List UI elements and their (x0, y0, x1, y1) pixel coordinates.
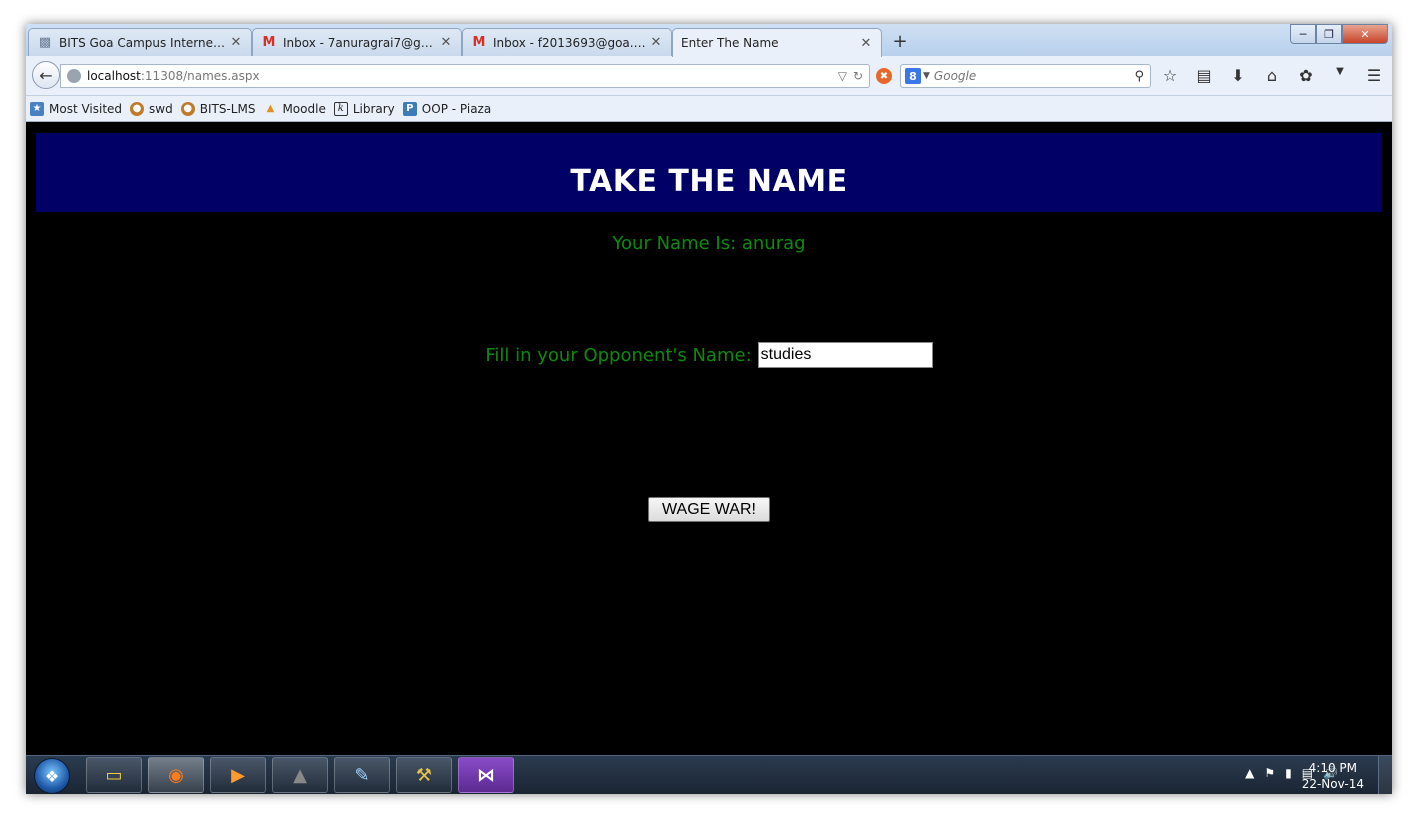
taskbar-clock[interactable]: 4:10 PM 22-Nov-14 (1302, 760, 1364, 792)
back-button[interactable]: ← (32, 61, 60, 89)
tab-strip: ▩ BITS Goa Campus Internet ... ✕ M Inbox… (26, 24, 1392, 57)
chevron-down-icon[interactable]: ▼ (923, 71, 930, 81)
close-icon[interactable]: ✕ (859, 36, 873, 51)
google-search-icon[interactable]: 8 (905, 68, 921, 84)
tab-enter-the-name[interactable]: Enter The Name ✕ (672, 28, 882, 57)
chevron-down-icon[interactable]: ▼ (1330, 66, 1350, 85)
page-banner: TAKE THE NAME (36, 133, 1382, 212)
lion-icon: ● (130, 101, 145, 116)
opponent-name-input[interactable] (757, 342, 933, 368)
close-window-button[interactable]: ✕ (1342, 24, 1388, 44)
addon-icon[interactable]: ✿ (1296, 66, 1316, 85)
your-name-label: Your Name Is: anurag (612, 233, 806, 254)
gmail-icon: M (262, 35, 276, 50)
home-icon[interactable]: ⌂ (1262, 66, 1282, 85)
back-arrow-icon: ← (39, 65, 53, 85)
tools-icon: ⚒ (415, 764, 433, 786)
page-title: TAKE THE NAME (570, 164, 848, 199)
firefox-taskbar-button[interactable]: ◉ (148, 757, 204, 793)
bookmark-label: Library (352, 101, 395, 116)
windows-logo-icon: ❖ (44, 766, 60, 786)
notes-icon: ✎ (354, 764, 370, 786)
visual-studio-icon: ⋈ (477, 764, 495, 786)
media-player-taskbar-button[interactable]: ▶ (210, 757, 266, 793)
address-bar[interactable]: localhost:11308/names.aspx ▽ ↻ (60, 64, 870, 88)
taskbar: ❖ ▭ ◉ ▶ ▲ ✎ ⚒ ⋈ ▲ ⚑ ▮ ▤ 🔊 4:10 PM 22-Nov… (26, 755, 1392, 794)
firefox-icon: ◉ (168, 764, 184, 786)
browser-window: ▩ BITS Goa Campus Internet ... ✕ M Inbox… (26, 24, 1392, 794)
bookmark-label: Most Visited (49, 101, 123, 116)
bookmark-moodle[interactable]: ▲ Moodle (263, 101, 326, 116)
app-taskbar-button[interactable]: ▲ (272, 757, 328, 793)
explorer-taskbar-button[interactable]: ▭ (86, 757, 142, 793)
star-icon[interactable]: ☆ (1160, 66, 1180, 85)
bookmark-dropdown-icon[interactable]: ▽ (838, 69, 847, 83)
notes-taskbar-button[interactable]: ✎ (334, 757, 390, 793)
bookmark-label: OOP - Piaza (421, 101, 492, 116)
tab-inbox-gmail[interactable]: M Inbox - 7anuragrai7@gmail... ✕ (252, 28, 462, 56)
tab-title: Enter The Name (681, 36, 779, 50)
bookmark-label: Moodle (282, 101, 326, 116)
new-tab-icon[interactable]: + (890, 31, 910, 52)
adblock-icon[interactable]: ✖ (876, 68, 892, 84)
bookmark-swd[interactable]: ● swd (130, 101, 173, 116)
power-icon[interactable]: ▮ (1285, 766, 1292, 780)
folder-icon: ▭ (105, 764, 123, 786)
opponent-name-label: Fill in your Opponent's Name: (485, 344, 752, 366)
navigation-bar: localhost:11308/names.aspx ▽ ↻ ← ✖ 8 ▼ ⚲… (26, 56, 1392, 96)
url-host: localhost (87, 69, 141, 83)
visual-studio-taskbar-button[interactable]: ⋈ (458, 757, 514, 793)
gmail-icon: M (472, 35, 486, 50)
bookmark-most-visited[interactable]: ★ Most Visited (30, 101, 123, 116)
search-bar[interactable]: 8 ▼ ⚲ (900, 64, 1151, 88)
tray-expand-icon[interactable]: ▲ (1245, 766, 1254, 780)
reload-icon[interactable]: ↻ (853, 69, 863, 83)
download-icon[interactable]: ⬇ (1228, 66, 1248, 85)
dark-app-icon: ▲ (293, 764, 307, 786)
tools-taskbar-button[interactable]: ⚒ (396, 757, 452, 793)
bookmark-library[interactable]: k Library (333, 101, 395, 116)
start-button[interactable]: ❖ (34, 758, 70, 794)
wage-war-button[interactable]: WAGE WAR! (648, 497, 770, 522)
close-icon[interactable]: ✕ (439, 35, 453, 50)
bookmark-bits-lms[interactable]: ● BITS-LMS (180, 101, 256, 116)
menu-icon[interactable]: ☰ (1364, 66, 1384, 85)
search-icon[interactable]: ⚲ (1134, 69, 1144, 84)
minimize-button[interactable]: ─ (1290, 24, 1316, 44)
network-icon: ▩ (38, 35, 52, 50)
globe-icon (67, 69, 81, 83)
clock-date: 22-Nov-14 (1301, 777, 1364, 791)
clock-time: 4:10 PM (1308, 761, 1358, 775)
tab-inbox-bits[interactable]: M Inbox - f2013693@goa.bits... ✕ (462, 28, 672, 56)
bookmark-label: BITS-LMS (199, 101, 256, 116)
tab-bits-goa[interactable]: ▩ BITS Goa Campus Internet ... ✕ (28, 28, 252, 56)
lion-icon: ● (180, 101, 195, 116)
most-visited-icon: ★ (30, 101, 44, 116)
close-icon[interactable]: ✕ (229, 35, 243, 50)
url-path: :11308/names.aspx (140, 69, 260, 83)
media-player-icon: ▶ (231, 764, 245, 786)
search-input[interactable] (933, 69, 1124, 83)
close-icon[interactable]: ✕ (649, 35, 663, 50)
page-content: TAKE THE NAME Your Name Is: anurag Fill … (26, 123, 1392, 755)
bookmark-oop-piaza[interactable]: P OOP - Piaza (402, 101, 492, 116)
bookmarks-bar: ★ Most Visited ● swd ● BITS-LMS ▲ Moodle… (26, 96, 1392, 122)
opponent-form-row: Fill in your Opponent's Name: (26, 342, 1392, 368)
reading-list-icon[interactable]: ▤ (1194, 66, 1214, 85)
show-desktop-button[interactable] (1378, 756, 1392, 794)
tab-title: Inbox - f2013693@goa.bits... (493, 35, 649, 50)
action-center-icon[interactable]: ⚑ (1264, 766, 1275, 780)
piazza-icon: P (402, 101, 417, 116)
tab-title: BITS Goa Campus Internet ... (59, 35, 229, 50)
maximize-button[interactable]: ❐ (1316, 24, 1342, 44)
moodle-icon: ▲ (266, 103, 275, 114)
bookmark-label: swd (149, 101, 173, 116)
window-controls: ─ ❐ ✕ (1290, 24, 1388, 44)
tab-title: Inbox - 7anuragrai7@gmail... (283, 35, 439, 50)
toolbar-icons: ☆ ▤ ⬇ ⌂ ✿ ▼ ☰ (1160, 66, 1384, 85)
library-icon: k (333, 101, 348, 116)
